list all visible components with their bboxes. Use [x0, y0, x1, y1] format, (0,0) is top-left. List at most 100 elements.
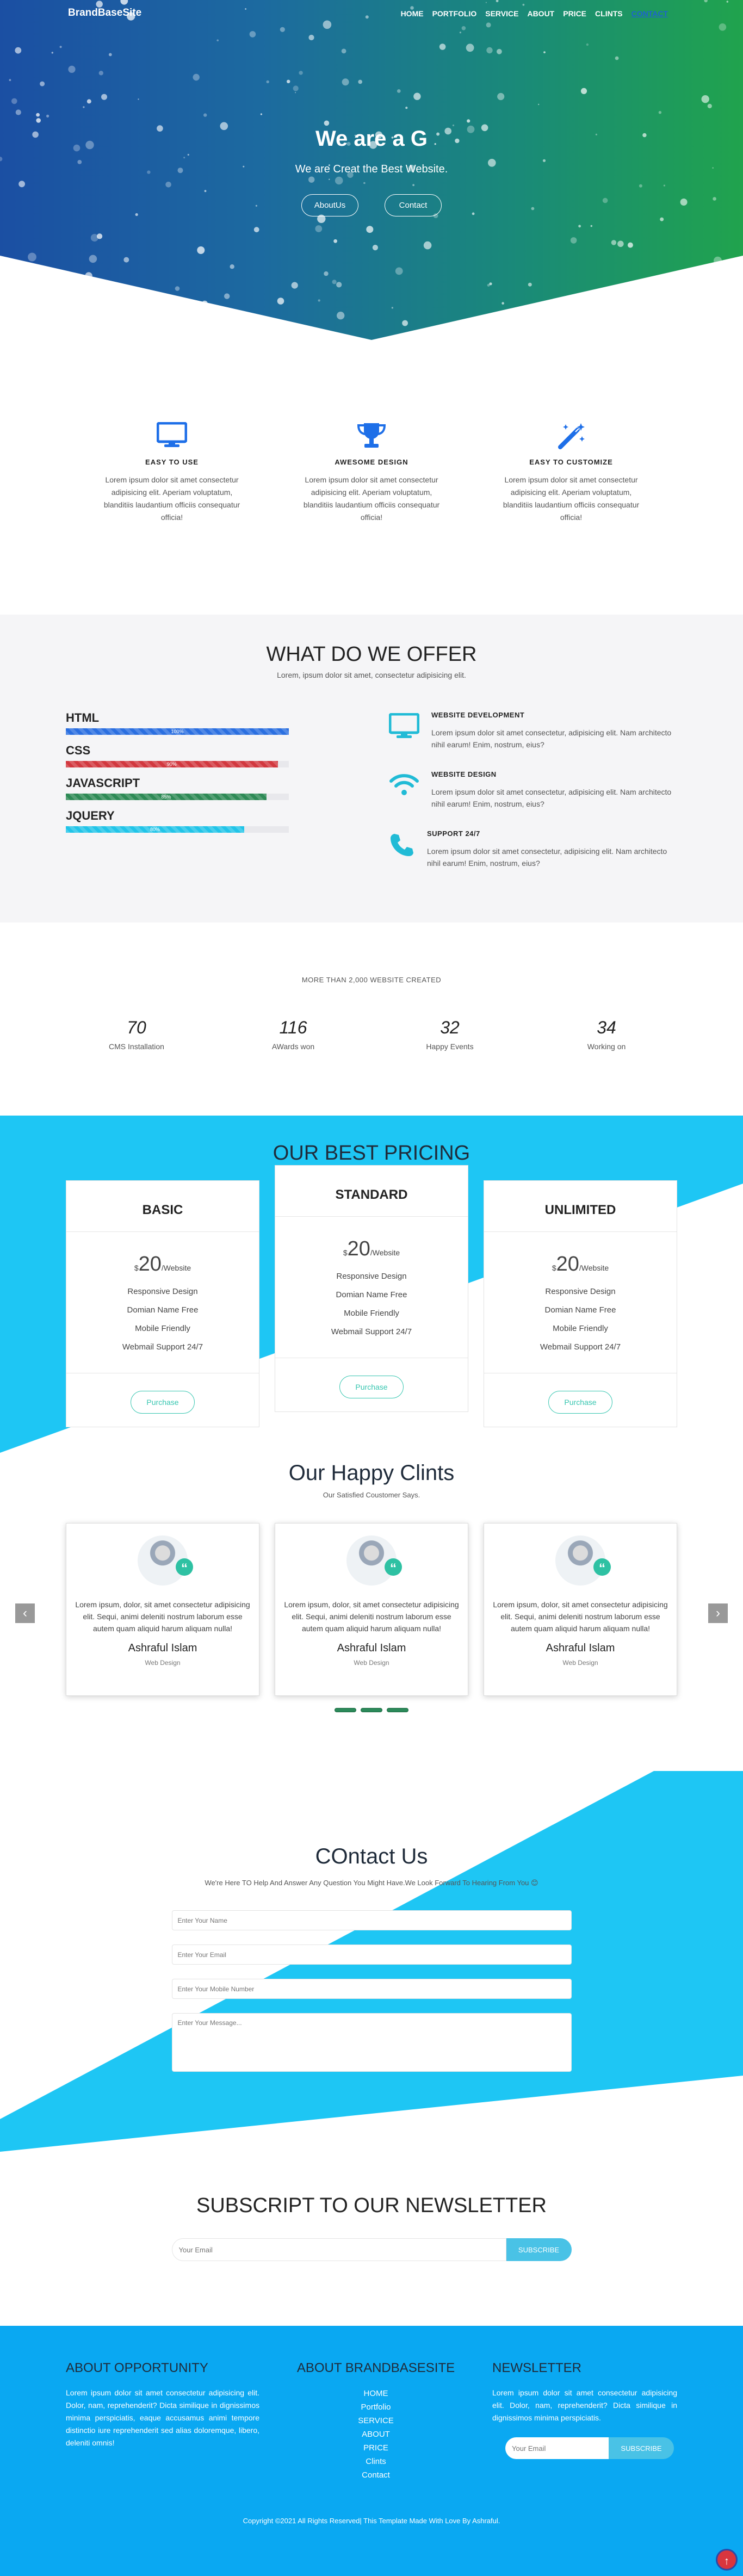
- brand-logo[interactable]: BrandBaseSite: [68, 7, 141, 19]
- price-currency: $: [552, 1264, 556, 1272]
- particle: [413, 93, 420, 100]
- skill-label: CSS: [66, 744, 91, 757]
- client-role: Web Design: [562, 1659, 598, 1667]
- plan-features: Responsive Design Domian Name Free Mobil…: [66, 1283, 259, 1357]
- particle: [83, 106, 84, 108]
- particle: [85, 272, 92, 279]
- carousel-dot[interactable]: [361, 1708, 382, 1712]
- particle: [373, 245, 378, 250]
- footer-link-home[interactable]: HOME: [294, 2387, 457, 2400]
- particle: [497, 49, 502, 54]
- nav-item-about[interactable]: ABOUT: [527, 9, 554, 18]
- particle: [101, 94, 107, 100]
- particle: [718, 290, 721, 293]
- footer-links-title: ABOUT BRANDBASESITE: [296, 2361, 455, 2375]
- contact-button[interactable]: Contact: [385, 194, 442, 216]
- particle: [267, 81, 269, 83]
- nav-item-service[interactable]: SERVICE: [485, 9, 518, 18]
- skill-html: HTML 100%: [66, 711, 289, 735]
- particle: [318, 299, 320, 301]
- quote-icon: “: [176, 1558, 193, 1576]
- name-field[interactable]: [171, 1910, 572, 1930]
- particle: [708, 104, 712, 108]
- carousel-dot[interactable]: [387, 1708, 408, 1712]
- footer-newsletter-title: NEWSLETTER: [492, 2361, 582, 2375]
- particle: [109, 53, 112, 57]
- particle: [725, 319, 728, 323]
- particle: [501, 302, 504, 305]
- copyright: Copyright ©2021 All Rights Reserved| Thi…: [243, 2517, 500, 2525]
- particle: [664, 185, 665, 187]
- plan-feature: Responsive Design: [545, 1287, 616, 1296]
- price-amount: 20: [347, 1237, 370, 1260]
- footer-about: ABOUT OPPORTUNITY Lorem ipsum dolor sit …: [66, 2361, 259, 2482]
- hero-section: BrandBaseSite HOME PORTFOLIO SERVICE ABO…: [0, 0, 743, 348]
- nav-item-contact[interactable]: CONTACT: [631, 9, 668, 18]
- plan-name: BASIC: [66, 1181, 259, 1232]
- nav-item-home[interactable]: HOME: [401, 9, 424, 18]
- stat-label: Happy Events: [426, 1042, 474, 1051]
- phone-field[interactable]: [171, 1979, 572, 1999]
- footer-email-input[interactable]: [505, 2437, 609, 2459]
- purchase-button[interactable]: Purchase: [548, 1391, 612, 1414]
- particle: [617, 241, 624, 247]
- footer-link-clints[interactable]: Clints: [294, 2455, 457, 2468]
- about-us-button[interactable]: AboutUs: [301, 194, 358, 216]
- trophy-icon: [298, 419, 445, 451]
- particle: [335, 177, 343, 185]
- particle: [125, 319, 129, 324]
- particle: [308, 177, 314, 183]
- particle: [528, 283, 532, 287]
- stat-label: AWards won: [271, 1042, 315, 1051]
- subscribe-button[interactable]: SUBSCRIBE: [506, 2238, 572, 2261]
- footer-subscribe-button[interactable]: SUBSCRIBE: [609, 2437, 674, 2459]
- nav-item-clints[interactable]: CLINTS: [595, 9, 623, 18]
- offer-section: WHAT DO WE OFFER Lorem, ipsum dolor sit …: [0, 615, 743, 922]
- particle: [250, 31, 256, 38]
- stat-label: CMS Installation: [109, 1042, 164, 1051]
- wifi-icon: [389, 770, 419, 810]
- send-button[interactable]: Send: [347, 2086, 396, 2101]
- message-field[interactable]: [171, 2013, 572, 2072]
- service-text: Lorem ipsum dolor sit amet consectetur, …: [427, 847, 667, 868]
- particle: [123, 257, 129, 263]
- footer-link-price[interactable]: PRICE: [294, 2441, 457, 2455]
- clients-title: Our Happy Clints: [288, 1461, 455, 1485]
- plan-name: UNLIMITED: [484, 1181, 677, 1232]
- navbar: BrandBaseSite HOME PORTFOLIO SERVICE ABO…: [0, 0, 743, 28]
- particle: [40, 82, 45, 86]
- particle: [497, 93, 504, 100]
- particle: [571, 237, 577, 244]
- particle: [467, 119, 470, 122]
- back-to-top-button[interactable]: ↑: [716, 2549, 738, 2571]
- carousel-prev-button[interactable]: ‹: [15, 1603, 35, 1623]
- particle: [254, 227, 259, 232]
- particle: [543, 159, 546, 162]
- particle: [702, 95, 709, 103]
- service-development: WEBSITE DEVELOPMENT Lorem ipsum dolor si…: [389, 711, 677, 751]
- skill-bar: 80%: [66, 826, 244, 833]
- footer-link-about[interactable]: ABOUT: [294, 2428, 457, 2441]
- particle: [714, 257, 722, 265]
- testimonial-text: Lorem ipsum, dolor, sit amet consectetur…: [75, 1600, 250, 1633]
- particle: [11, 98, 17, 104]
- feature-easy-to-customize: EASY TO CUSTOMIZE Lorem ipsum dolor sit …: [498, 419, 645, 524]
- newsletter-email-input[interactable]: [171, 2238, 506, 2261]
- price-currency: $: [134, 1264, 139, 1272]
- carousel-next-button[interactable]: ›: [708, 1603, 728, 1623]
- purchase-button[interactable]: Purchase: [131, 1391, 195, 1414]
- avatar: “: [138, 1535, 193, 1586]
- footer-link-portfolio[interactable]: Portfolio: [294, 2400, 457, 2414]
- stat-working: 34 Working on: [552, 1018, 661, 1051]
- client-name: Ashraful Islam: [546, 1642, 615, 1654]
- footer-link-service[interactable]: SERVICE: [294, 2414, 457, 2428]
- particle: [639, 184, 642, 188]
- email-field[interactable]: [171, 1945, 572, 1965]
- skill-label: JAVASCRIPT: [66, 776, 140, 790]
- purchase-button[interactable]: Purchase: [339, 1376, 404, 1398]
- carousel-dot[interactable]: [335, 1708, 356, 1712]
- footer-link-contact[interactable]: Contact: [294, 2468, 457, 2482]
- nav-item-price[interactable]: PRICE: [563, 9, 586, 18]
- particle: [308, 35, 314, 40]
- nav-item-portfolio[interactable]: PORTFOLIO: [432, 9, 477, 18]
